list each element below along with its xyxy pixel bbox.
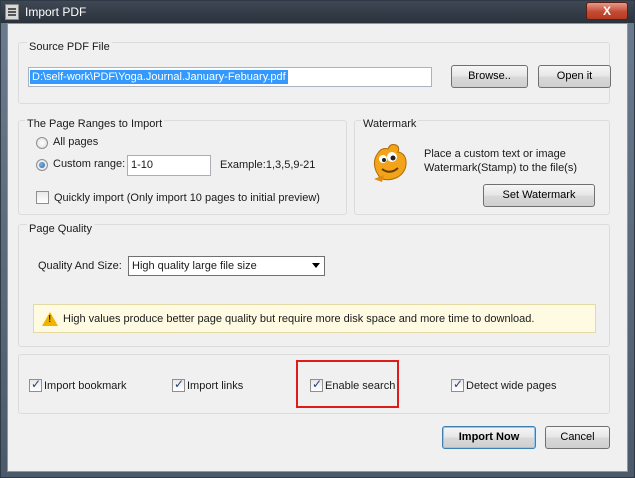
source-path-value: D:\self-work\PDF\Yoga.Journal.January-Fe… [30,70,288,84]
import-pdf-dialog: Import PDF X Source PDF File D:\self-wor… [0,0,635,478]
title-bar[interactable]: Import PDF X [1,1,634,23]
quality-info-text: High values produce better page quality … [63,313,535,325]
watermark-description-line1: Place a custom text or image [424,148,566,160]
quality-size-select[interactable]: High quality large file size [128,256,325,276]
quick-import-label: Quickly import (Only import 10 pages to … [54,192,320,204]
source-path-input[interactable]: D:\self-work\PDF\Yoga.Journal.January-Fe… [28,67,432,87]
warning-icon: ! [42,312,58,326]
all-pages-label: All pages [53,136,99,148]
watermark-description-line2: Watermark(Stamp) to the file(s) [424,162,578,174]
import-bookmark-checkbox[interactable] [29,377,42,392]
custom-range-label: Custom range: [53,158,126,170]
dialog-body: Source PDF File D:\self-work\PDF\Yoga.Jo… [7,23,628,472]
quality-size-selected: High quality large file size [132,260,257,272]
import-now-button-label: Import Now [458,431,520,443]
document-icon [5,4,19,20]
all-pages-radio[interactable] [36,137,48,149]
page-quality-group-title: Page Quality [27,223,94,235]
import-now-button[interactable]: Import Now [442,426,536,449]
enable-search-highlight-box [296,360,399,408]
page-ranges-group-title: The Page Ranges to Import [25,118,165,130]
window-title: Import PDF [25,5,87,19]
set-watermark-button-label: Set Watermark [502,189,576,201]
watermark-stamp-icon [373,144,407,182]
watermark-group-title: Watermark [361,118,419,130]
import-links-checkbox[interactable] [172,377,185,392]
quick-import-checkbox[interactable] [36,191,49,204]
set-watermark-button[interactable]: Set Watermark [483,184,595,207]
close-button[interactable]: X [586,2,628,20]
open-it-button-label: Open it [556,70,593,82]
browse-button-label: Browse.. [468,70,511,82]
cancel-button-label: Cancel [560,431,595,443]
custom-range-radio[interactable] [36,159,48,171]
custom-range-input[interactable]: 1-10 [127,155,211,176]
custom-range-value: 1-10 [131,159,154,171]
detect-wide-pages-label: Detect wide pages [466,380,557,392]
quality-size-label: Quality And Size: [38,260,122,272]
open-it-button[interactable]: Open it [538,65,611,88]
source-pdf-group-title: Source PDF File [27,41,112,53]
cancel-button[interactable]: Cancel [545,426,610,449]
browse-button[interactable]: Browse.. [451,65,528,88]
quality-info-bar: ! High values produce better page qualit… [33,304,596,333]
dropdown-arrow-icon [312,263,320,268]
detect-wide-pages-checkbox[interactable] [451,377,464,392]
import-bookmark-label: Import bookmark [44,380,127,392]
import-links-label: Import links [187,380,244,392]
range-example-text: Example:1,3,5,9-21 [220,159,316,171]
